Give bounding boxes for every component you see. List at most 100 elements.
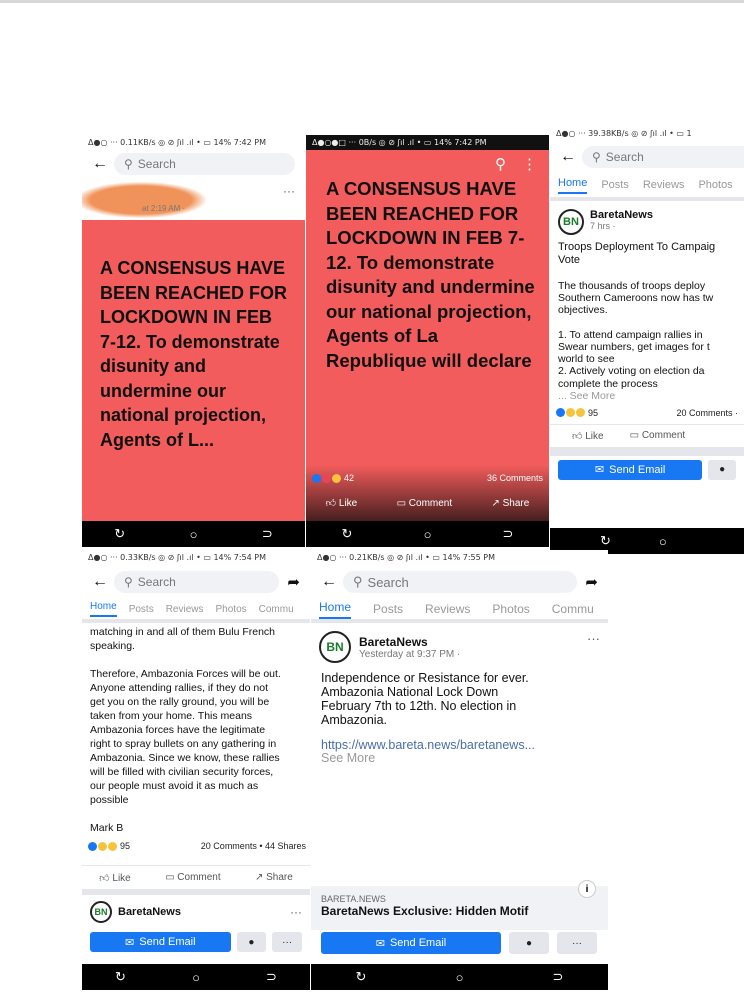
back-arrow-icon[interactable]: ← <box>560 148 576 166</box>
search-icon[interactable]: ⚲ <box>495 155 506 173</box>
see-more-link[interactable]: See More <box>311 752 608 765</box>
like-button[interactable]: 👍︎ Like <box>572 430 604 442</box>
link-domain: BARETA.NEWS <box>321 894 386 904</box>
recent-apps-icon[interactable]: ↻ <box>114 526 125 542</box>
link-preview[interactable]: i BARETA.NEWS BaretaNews Exclusive: Hidd… <box>311 880 608 930</box>
thumbs-up-icon: 👍︎ <box>99 872 110 884</box>
comment-button[interactable]: ▭ Comment <box>397 498 453 509</box>
more-button[interactable]: ··· <box>557 932 597 954</box>
post-header: BN BaretaNews 7 hrs · <box>550 201 744 239</box>
tab-reviews[interactable]: Reviews <box>643 179 685 191</box>
post-actions: 👍︎ Like ▭ Comment ↗ Share <box>82 865 310 889</box>
search-input[interactable]: ⚲ Search <box>343 571 578 593</box>
messenger-button[interactable]: ● <box>509 932 549 954</box>
share-icon: ↗ <box>254 872 264 883</box>
comment-button[interactable]: ▭ Comment <box>630 430 686 441</box>
see-more-link[interactable]: ... See More <box>550 390 744 403</box>
send-email-button[interactable]: ✉ Send Email <box>90 932 231 952</box>
share-icon: ↗ <box>491 497 500 509</box>
bottom-overlay: 42 36 Comments 👍︎ Like ▭ Comment ↗ Share <box>306 465 549 521</box>
home-icon[interactable]: ○ <box>190 527 198 542</box>
home-icon[interactable]: ○ <box>456 970 464 985</box>
envelope-icon: ✉ <box>375 937 385 950</box>
post-options-icon[interactable]: ··· <box>587 631 600 646</box>
tab-posts[interactable]: Posts <box>601 179 629 191</box>
like-button[interactable]: 👍︎ Like <box>326 497 358 509</box>
share-button[interactable]: ↗ Share <box>255 872 293 883</box>
search-icon: ⚲ <box>124 575 133 589</box>
more-button[interactable]: ··· <box>272 932 302 952</box>
search-input[interactable]: ⚲ Search <box>114 571 280 593</box>
post-options-icon[interactable]: ··· <box>290 905 302 919</box>
avatar[interactable]: BN <box>558 209 584 235</box>
comment-icon: ▭ <box>165 872 175 883</box>
screenshot-4: Δ●○ ··· 0.33KB/s ◎ ⊘ ʃıl .ıl • ▭ 14% 7:5… <box>82 550 310 990</box>
home-icon[interactable]: ○ <box>659 534 667 549</box>
tab-home[interactable]: Home <box>319 600 352 619</box>
send-email-button[interactable]: ✉ Send Email <box>321 932 501 954</box>
back-nav-icon[interactable]: ⊃ <box>266 969 277 985</box>
search-placeholder: Search <box>137 157 176 171</box>
search-icon: ⚲ <box>592 150 601 164</box>
back-arrow-icon[interactable]: ← <box>92 155 108 173</box>
tab-community[interactable]: Commu <box>552 602 594 616</box>
post-time: 7 hrs · <box>590 221 616 231</box>
post-actions: 👍︎ Like ▭ Comment <box>550 423 744 448</box>
recent-apps-icon[interactable]: ↻ <box>115 969 126 985</box>
back-nav-icon[interactable]: ⊃ <box>553 969 564 985</box>
page-name[interactable]: BaretaNews <box>118 906 284 918</box>
tab-posts[interactable]: Posts <box>129 604 154 615</box>
back-nav-icon[interactable]: ⊃ <box>262 526 273 542</box>
search-input[interactable]: ⚲ Search <box>582 146 744 168</box>
post-header: BN BaretaNews Yesterday at 9:37 PM · ··· <box>311 623 608 667</box>
recent-apps-icon[interactable]: ↻ <box>600 533 611 549</box>
home-icon[interactable]: ○ <box>192 970 200 985</box>
thumbs-up-icon: 👍︎ <box>572 430 583 442</box>
tab-community[interactable]: Commu <box>259 604 294 615</box>
recent-apps-icon[interactable]: ↻ <box>356 969 367 985</box>
page-actions: ✉ Send Email ● <box>550 456 744 484</box>
like-button[interactable]: 👍︎ Like <box>99 872 131 884</box>
search-icon: ⚲ <box>124 157 133 171</box>
comment-count[interactable]: 36 Comments <box>487 473 543 483</box>
more-options-icon[interactable]: ⋮ <box>522 155 537 173</box>
search-input[interactable]: ⚲ Search <box>114 153 295 175</box>
comment-button[interactable]: ▭ Comment <box>165 872 221 883</box>
tab-posts[interactable]: Posts <box>373 602 403 616</box>
back-arrow-icon[interactable]: ← <box>321 573 337 591</box>
share-arrow-icon[interactable]: ➦ <box>287 573 300 591</box>
reaction-count: 95 <box>120 841 131 851</box>
send-email-button[interactable]: ✉ Send Email <box>558 459 703 480</box>
messenger-button[interactable]: ● <box>708 459 736 480</box>
tab-reviews[interactable]: Reviews <box>425 602 470 616</box>
tab-photos[interactable]: Photos <box>698 179 732 191</box>
status-bar: Δ●○ ··· 39.38KB/s ◎ ⊘ ʃıl .ıl • ▭ 1 <box>556 129 692 138</box>
comment-icon: ▭ <box>629 430 640 442</box>
post-actions: 👍︎ Like ▭ Comment ↗ Share <box>306 491 549 515</box>
post-link[interactable]: https://www.bareta.news/baretanews... <box>311 731 608 752</box>
recent-apps-icon[interactable]: ↻ <box>342 526 353 542</box>
share-arrow-icon[interactable]: ➦ <box>585 573 598 591</box>
tab-photos[interactable]: Photos <box>492 602 529 616</box>
avatar[interactable]: BN <box>319 631 351 663</box>
avatar[interactable]: BN <box>90 901 112 923</box>
tab-reviews[interactable]: Reviews <box>166 604 204 615</box>
comment-count[interactable]: 20 Comments · <box>676 408 738 418</box>
share-button[interactable]: ↗ Share <box>491 498 529 509</box>
messenger-button[interactable]: ● <box>236 932 267 952</box>
page-name[interactable]: BaretaNews <box>590 209 653 221</box>
info-icon[interactable]: i <box>578 880 596 898</box>
post-options-icon[interactable]: ··· <box>283 184 295 198</box>
comments-shares-count[interactable]: 20 Comments • 44 Shares <box>201 841 306 851</box>
page-name[interactable]: BaretaNews <box>359 635 579 649</box>
back-arrow-icon[interactable]: ← <box>92 573 108 591</box>
home-icon[interactable]: ○ <box>424 527 432 542</box>
messenger-icon: ● <box>248 936 255 948</box>
post-body: matching in and all of them Bulu French … <box>90 626 281 834</box>
post-stats: 42 36 Comments <box>306 465 549 483</box>
tab-home[interactable]: Home <box>558 177 588 194</box>
tab-photos[interactable]: Photos <box>216 604 247 615</box>
tab-home[interactable]: Home <box>90 601 117 617</box>
status-bar: Δ●○ ··· 0.21KB/s ◎ ⊘ ʃıl .ıl • ▭ 14% 7:5… <box>317 553 495 562</box>
back-nav-icon[interactable]: ⊃ <box>503 526 514 542</box>
